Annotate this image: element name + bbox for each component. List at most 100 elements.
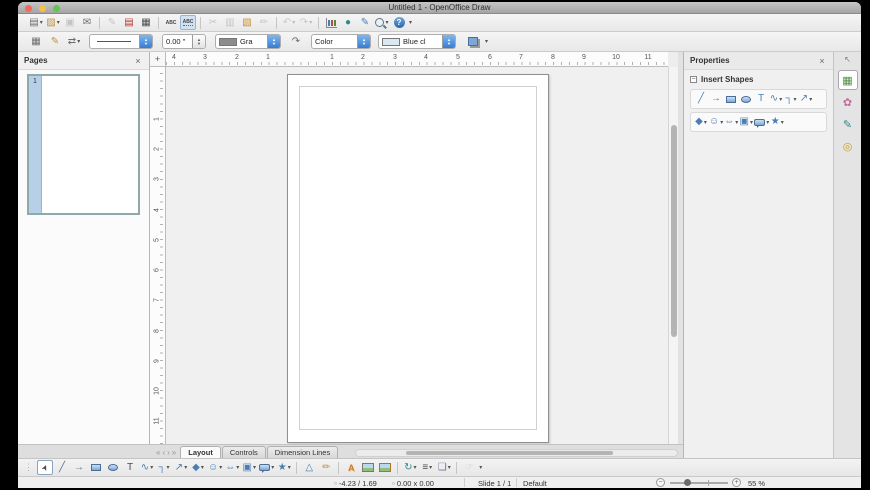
flowchart-tool[interactable]: ▣▾ [739,115,753,129]
help-button[interactable]: ? [391,15,407,30]
fontwork-button[interactable]: A [343,460,359,475]
tab-controls[interactable]: Controls [222,446,266,458]
lines-arrows-tool[interactable]: ↗▾ [799,92,813,106]
copy-button[interactable]: ▥ [222,15,238,30]
alignment-tool[interactable]: ≡▾ [419,460,435,475]
fill-type-select[interactable]: Color ▲▼ [311,34,371,49]
close-icon[interactable]: × [817,56,827,66]
callouts-tool[interactable]: ▾ [754,115,769,129]
horizontal-scrollbar-thumb[interactable] [406,451,613,455]
ellipse-tool[interactable] [739,92,753,106]
lines-arrows-tool[interactable]: ↗▾ [173,460,189,475]
curve-tool[interactable]: ∿▾ [139,460,155,475]
print-button[interactable]: ▦ [138,15,154,30]
last-tab-icon[interactable]: » [172,448,176,457]
open-button[interactable]: ▨▾ [45,15,61,30]
tab-layout[interactable]: Layout [180,446,221,458]
sidebar-tab-gallery[interactable]: ✿ [838,92,858,112]
curve-tool[interactable]: ∿▾ [769,92,783,106]
line-color-select[interactable]: Gra ▲▼ [215,34,281,49]
rectangle-tool[interactable] [88,460,104,475]
line-dialog-button[interactable]: ✎ [47,34,63,49]
line-style-stepper[interactable]: ▲▼ [139,35,152,48]
rectangle-tool[interactable] [724,92,738,106]
symbol-shapes-tool[interactable]: ☺▾ [709,115,723,129]
line-width-stepper[interactable]: ▲▼ [192,35,205,48]
line-width-field[interactable]: 0.00 " ▲▼ [162,34,206,49]
connector-tool[interactable]: ┐▾ [156,460,172,475]
fill-color-stepper[interactable]: ▲▼ [442,35,455,48]
stars-tool[interactable]: ★▾ [276,460,292,475]
page-style-status[interactable]: Default [523,479,547,488]
basic-shapes-tool[interactable]: ◆▾ [694,115,708,129]
sidebar-tab-styles[interactable]: ✎ [838,114,858,134]
close-icon[interactable]: × [133,56,143,66]
line-tool[interactable]: ╱ [694,92,708,106]
arrow-tool[interactable]: → [709,92,723,106]
text-tool[interactable]: T [754,92,768,106]
line-color-stepper[interactable]: ▲▼ [267,35,280,48]
select-tool[interactable]: ➤ [37,460,53,475]
glue-points-tool[interactable]: ✏ [318,460,334,475]
page[interactable] [287,74,549,443]
arrowheads-button[interactable]: ⇄▾ [66,34,82,49]
text-tool[interactable]: T [122,460,138,475]
effects-tool[interactable]: ↻▾ [402,460,418,475]
undo-button[interactable]: ↶▾ [281,15,297,30]
first-tab-icon[interactable]: « [156,448,160,457]
arrange-tool[interactable]: ❏▾ [436,460,452,475]
stars-tool[interactable]: ★▾ [770,115,784,129]
vertical-scrollbar[interactable] [668,67,678,444]
block-arrows-tool[interactable]: ⇔▾ [724,115,738,129]
styles-formatting-button[interactable]: ▦ [28,34,44,49]
paste-button[interactable]: ▧ [239,15,255,30]
drawing-canvas[interactable] [166,67,668,444]
area-dialog-button[interactable]: ↷ [288,34,304,49]
collapse-icon[interactable]: − [690,76,697,83]
callouts-tool[interactable]: ▾ [258,460,275,475]
gallery-button[interactable] [377,460,393,475]
vertical-scrollbar-thumb[interactable] [671,125,677,337]
toolbar-overflow-icon[interactable]: ▾ [479,464,482,471]
ellipse-tool[interactable] [105,460,121,475]
edit-file-button[interactable]: ✎ [104,15,120,30]
next-tab-icon[interactable]: › [167,448,170,457]
sidebar-tab-navigator[interactable]: ◎ [838,136,858,156]
autospellcheck-toggle[interactable]: ABC [180,15,196,30]
save-button[interactable]: ▣ [62,15,78,30]
zoom-level[interactable]: 55 % [748,479,765,488]
fill-color-select[interactable]: Blue cl ▲▼ [378,34,456,49]
line-tool[interactable]: ╱ [54,460,70,475]
sidebar-pin-icon[interactable]: ↖ [834,55,861,64]
flowchart-tool[interactable]: ▣▾ [241,460,257,475]
block-arrows-tool[interactable]: ⇔▾ [224,460,240,475]
insert-chart-button[interactable] [323,15,339,30]
connector-tool[interactable]: ┐▾ [784,92,798,106]
fill-type-stepper[interactable]: ▲▼ [357,35,370,48]
tab-dimension-lines[interactable]: Dimension Lines [267,446,338,458]
cut-button[interactable]: ✂ [205,15,221,30]
line-width-value[interactable]: 0.00 " [163,35,192,48]
shadow-toggle[interactable] [465,34,481,49]
previous-tab-icon[interactable]: ‹ [162,448,165,457]
sidebar-tab-properties[interactable]: ▦ [838,70,858,90]
zoom-button[interactable]: ▾ [374,15,390,30]
line-style-select[interactable]: ▲▼ [89,34,153,49]
zoom-in-button[interactable]: + [732,478,741,487]
hyperlink-button[interactable]: ● [340,15,356,30]
new-document-button[interactable]: ▤▾ [28,15,44,30]
format-paintbrush-button[interactable]: ✏ [256,15,272,30]
email-button[interactable]: ✉ [79,15,95,30]
symbol-shapes-tool[interactable]: ☺▾ [207,460,223,475]
spellcheck-button[interactable]: ABC [163,15,179,30]
edit-points-button[interactable]: ✎ [357,15,373,30]
export-pdf-button[interactable]: ▤ [121,15,137,30]
arrow-tool[interactable]: → [71,460,87,475]
horizontal-scrollbar[interactable] [355,449,678,457]
insert-image-button[interactable] [360,460,376,475]
page-thumbnail[interactable]: 1 [27,74,140,215]
toolbar-overflow-icon[interactable]: ▾ [485,38,488,45]
redo-button[interactable]: ↷▾ [298,15,314,30]
interaction-button[interactable]: ☞ [461,460,477,475]
toolbar-overflow-icon[interactable]: ▾ [409,19,412,26]
